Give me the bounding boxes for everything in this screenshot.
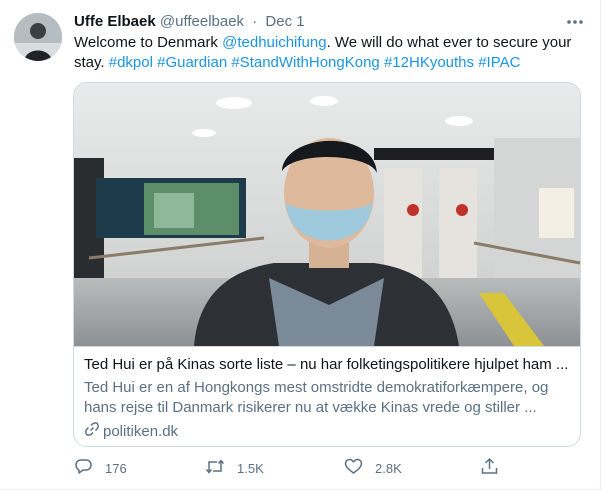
card-body: Ted Hui er på Kinas sorte liste – nu har…	[74, 346, 580, 446]
hashtag-link[interactable]: #IPAC	[478, 54, 520, 71]
author-handle[interactable]: @uffeelbaek	[160, 13, 244, 30]
mention-link[interactable]: @tedhuichifung	[222, 34, 326, 51]
card-domain: politiken.dk	[84, 421, 570, 443]
like-button[interactable]: 2.8K	[344, 456, 402, 480]
author-name[interactable]: Uffe Elbaek	[74, 13, 156, 30]
action-bar: 176 1.5K 2.8K	[74, 456, 504, 480]
link-preview-card[interactable]: Ted Hui er på Kinas sorte liste – nu har…	[73, 82, 581, 447]
retweet-count: 1.5K	[237, 460, 264, 476]
link-icon	[84, 421, 103, 443]
tweet[interactable]: Uffe Elbaek @uffeelbaek · Dec 1 Welcome …	[0, 0, 601, 490]
retweet-icon	[205, 457, 237, 479]
tweet-text: Welcome to Denmark @tedhuichifung. We wi…	[74, 33, 584, 73]
tweet-header: Uffe Elbaek @uffeelbaek · Dec 1	[74, 12, 585, 32]
like-icon	[344, 457, 375, 479]
retweet-button[interactable]: 1.5K	[205, 456, 264, 480]
more-icon[interactable]	[565, 12, 585, 32]
card-domain-text[interactable]: politiken.dk	[103, 422, 178, 442]
reply-button[interactable]: 176	[74, 456, 127, 480]
avatar[interactable]	[14, 13, 62, 61]
hashtag-link[interactable]: #12HKyouths	[384, 54, 474, 71]
like-count: 2.8K	[375, 460, 402, 476]
hashtag-link[interactable]: #dkpol	[109, 54, 153, 71]
separator-dot: ·	[252, 13, 258, 30]
tweet-date[interactable]: Dec 1	[265, 13, 304, 30]
tweet-text-intro: Welcome to Denmark	[74, 34, 223, 51]
card-title[interactable]: Ted Hui er på Kinas sorte liste – nu har…	[84, 355, 570, 375]
share-button[interactable]	[480, 456, 511, 480]
hashtag-link[interactable]: #Guardian	[157, 54, 227, 71]
reply-count: 176	[105, 460, 127, 476]
card-description: Ted Hui er en af Hongkongs mest omstridt…	[84, 379, 549, 416]
card-image[interactable]	[74, 83, 580, 346]
reply-icon	[74, 457, 105, 479]
share-icon	[480, 457, 511, 479]
hashtag-link[interactable]: #StandWithHongKong	[231, 54, 379, 71]
